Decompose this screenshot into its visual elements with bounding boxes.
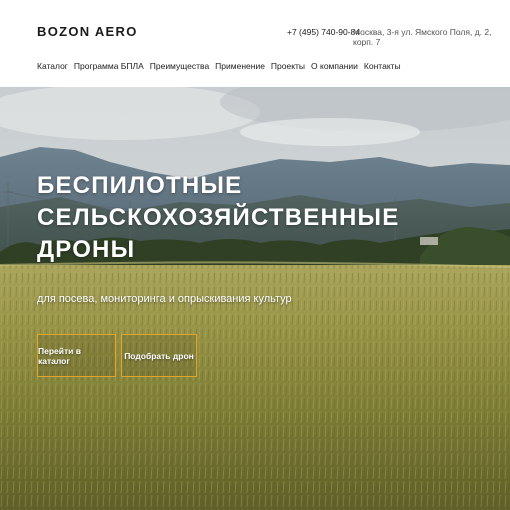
nav-item-contacts[interactable]: Контакты	[364, 61, 401, 71]
nav-item-catalog[interactable]: Каталог	[37, 61, 68, 71]
address: Москва, 3-я ул. Ямского Поля, д. 2, корп…	[353, 27, 492, 47]
pick-drone-button[interactable]: Подобрать дрон	[121, 334, 197, 377]
nav-item-uav-program[interactable]: Программа БПЛА	[74, 61, 144, 71]
site-header: BOZON AERO +7 (495) 740-90-84 Москва, 3-…	[0, 0, 510, 87]
hero-title-line-3: ДРОНЫ	[37, 236, 136, 263]
nav-item-advantages[interactable]: Преимущества	[150, 61, 209, 71]
main-nav: Каталог Программа БПЛА Преимущества Прим…	[37, 61, 407, 71]
hero-section: БЕСПИЛОТНЫЕ СЕЛЬСКОХОЗЯЙСТВЕННЫЕ ДРОНЫ д…	[0, 87, 510, 510]
hero-title-line-1: БЕСПИЛОТНЫЕ	[37, 172, 243, 199]
hero-title-line-2: СЕЛЬСКОХОЗЯЙСТВЕННЫЕ	[37, 204, 400, 231]
logo[interactable]: BOZON AERO	[37, 24, 138, 39]
nav-item-applications[interactable]: Применение	[215, 61, 265, 71]
phone-number[interactable]: +7 (495) 740-90-84	[287, 27, 360, 37]
nav-item-projects[interactable]: Проекты	[271, 61, 305, 71]
hero-title: БЕСПИЛОТНЫЕ СЕЛЬСКОХОЗЯЙСТВЕННЫЕ ДРОНЫ	[37, 170, 477, 266]
nav-item-about[interactable]: О компании	[311, 61, 358, 71]
hero-subtitle: для посева, мониторинга и опрыскивания к…	[37, 293, 292, 305]
go-to-catalog-button[interactable]: Перейти в каталог	[37, 334, 116, 377]
